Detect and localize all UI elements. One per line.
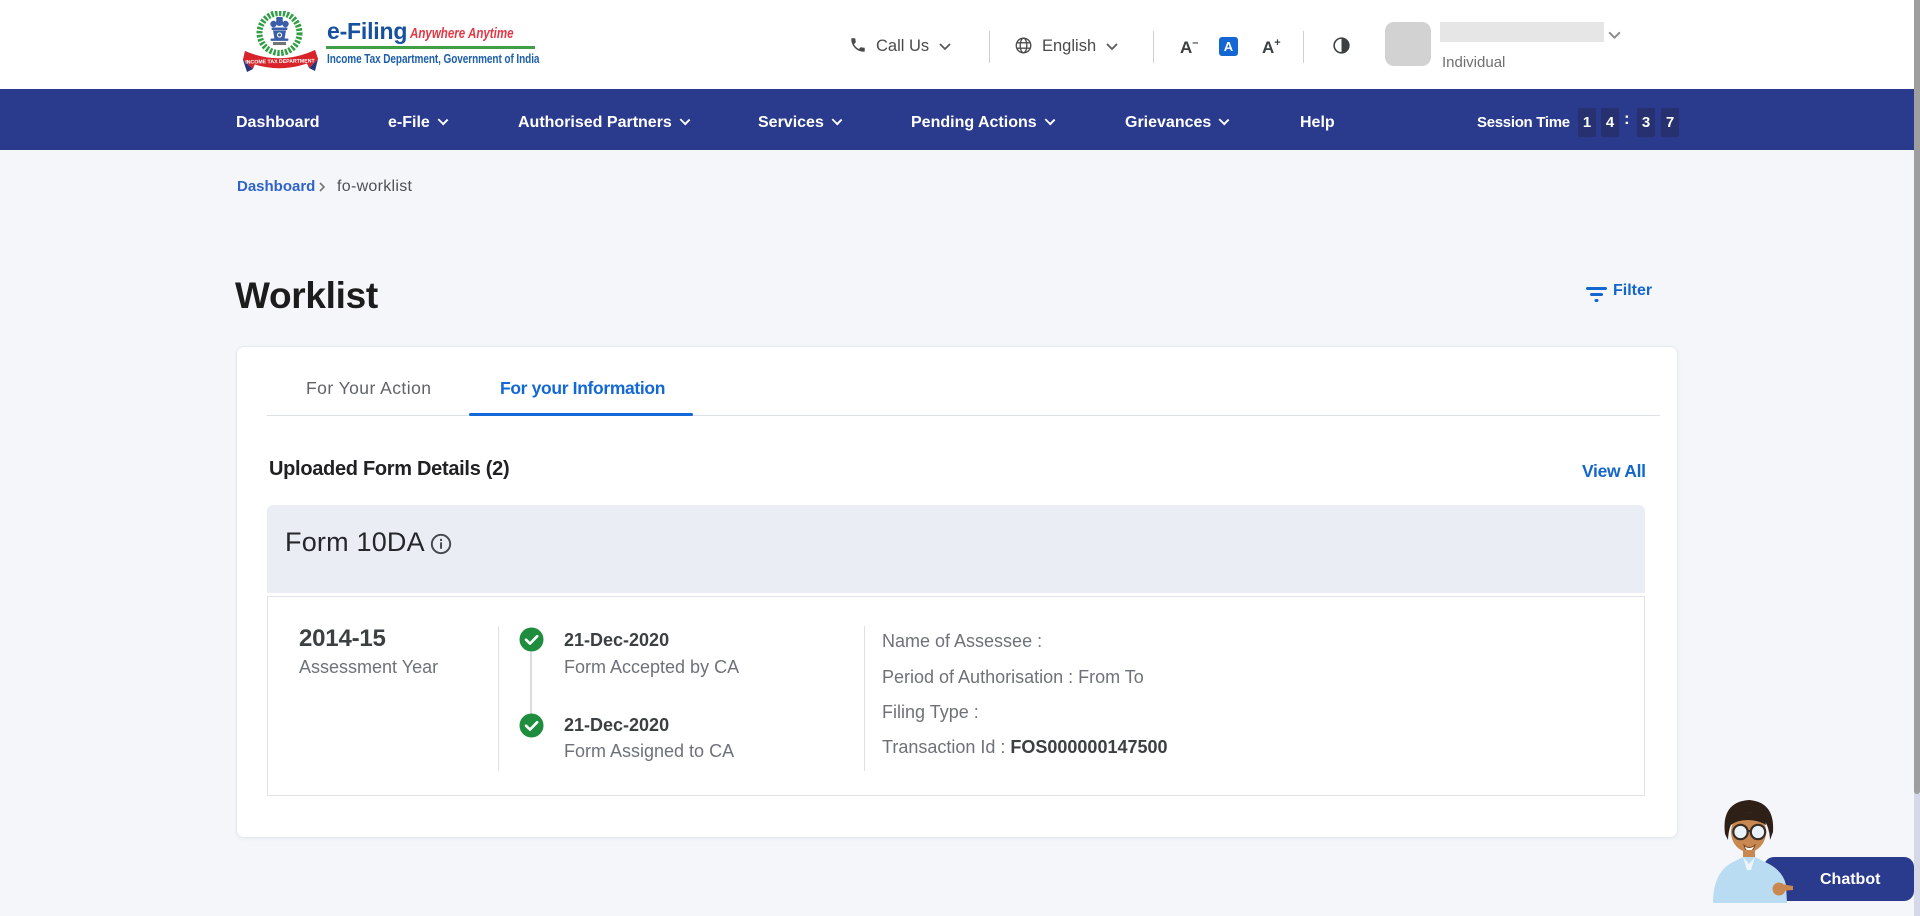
svg-text:INCOME TAX DEPARTMENT: INCOME TAX DEPARTMENT [245,58,315,65]
